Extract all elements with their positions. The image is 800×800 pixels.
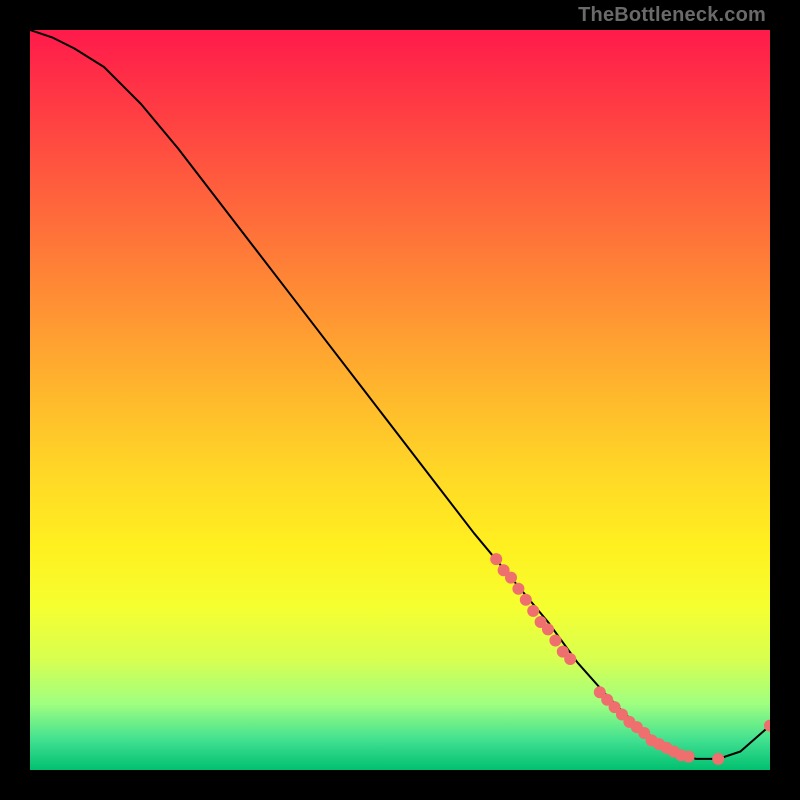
scatter-points [490,553,770,765]
data-point [520,594,532,606]
data-point [512,583,524,595]
chart-stage: TheBottleneck.com [0,0,800,800]
data-point [542,623,554,635]
data-point [712,753,724,765]
data-point [505,572,517,584]
data-point [564,653,576,665]
data-point [549,635,561,647]
data-point [527,605,539,617]
plot-area [30,30,770,770]
plot-svg [30,30,770,770]
watermark-text: TheBottleneck.com [578,4,766,27]
data-point [683,751,695,763]
curve-line [30,30,770,759]
data-point [490,553,502,565]
